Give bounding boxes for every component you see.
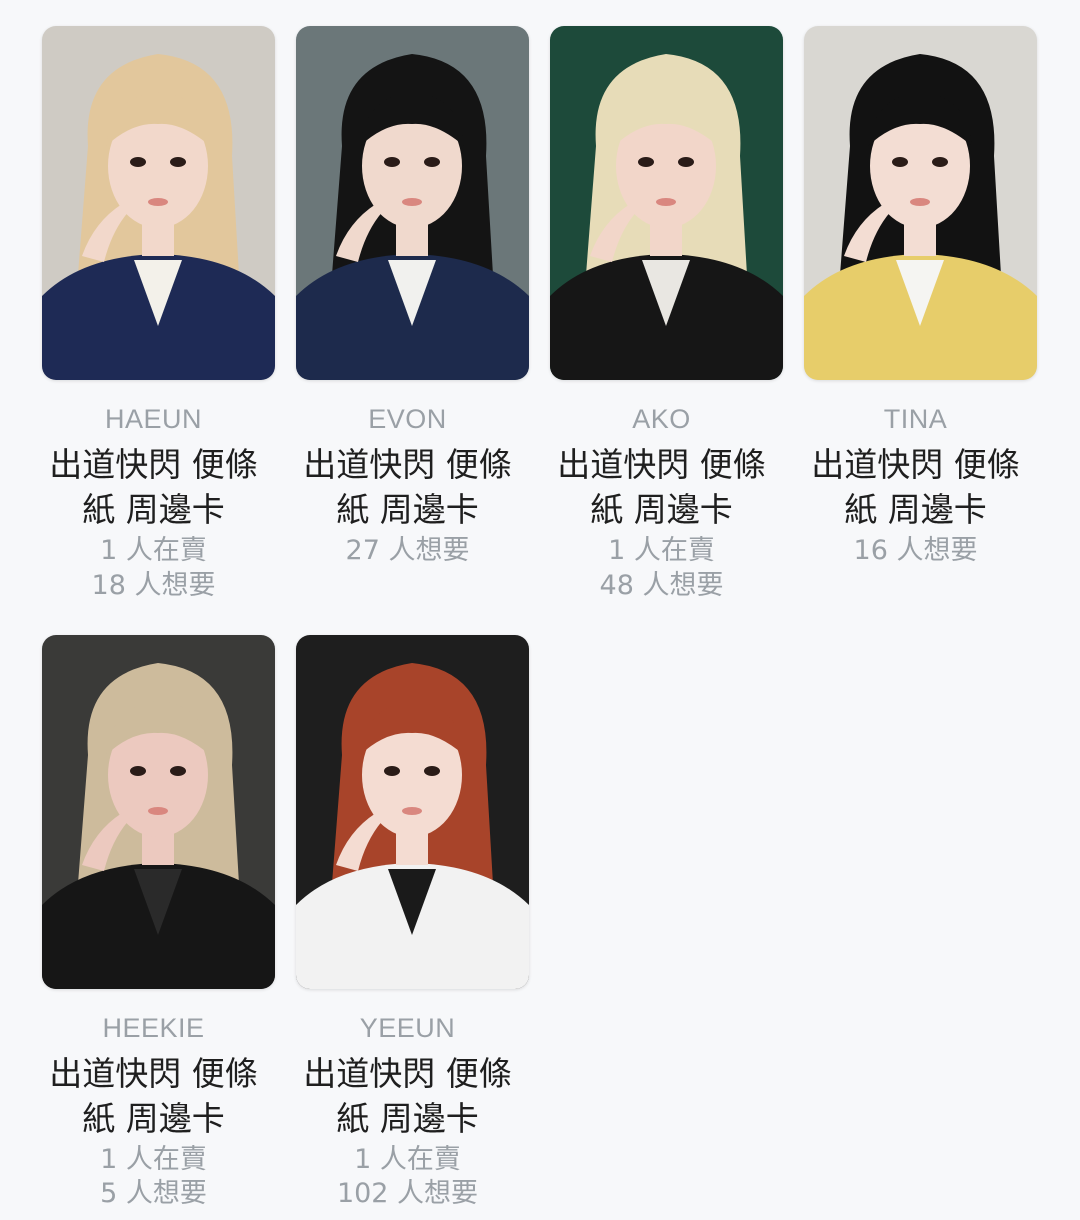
eye-left xyxy=(638,157,654,167)
selling-count: 1 人在賣 xyxy=(608,535,715,566)
member-name: HEEKIE xyxy=(102,1013,205,1043)
card-title-line: 出道快閃 便條 xyxy=(49,1054,258,1093)
card-title-line: 出道快閃 便條 xyxy=(303,445,512,484)
eye-right xyxy=(424,157,440,167)
portrait-illustration xyxy=(296,26,529,380)
eye-left xyxy=(892,157,908,167)
card-title: 出道快閃 便條 紙 周邊卡 xyxy=(270,442,545,532)
photocard-image[interactable] xyxy=(296,635,529,989)
card-title-line: 出道快閃 便條 xyxy=(49,445,258,484)
portrait-illustration xyxy=(42,26,275,380)
eye-left xyxy=(130,157,146,167)
eye-right xyxy=(170,766,186,776)
member-name: EVON xyxy=(368,404,447,434)
member-name: HAEUN xyxy=(104,404,202,434)
card-title-line: 紙 周邊卡 xyxy=(82,1099,225,1138)
eye-right xyxy=(170,157,186,167)
eye-left xyxy=(130,766,146,776)
card-title-line: 紙 周邊卡 xyxy=(82,490,225,529)
card-title-line: 出道快閃 便條 xyxy=(303,1054,512,1093)
lips-shape xyxy=(148,198,168,206)
eye-left xyxy=(384,766,400,776)
card-title-line: 出道快閃 便條 xyxy=(811,445,1020,484)
portrait-illustration xyxy=(804,26,1037,380)
card-title: 出道快閃 便條 紙 周邊卡 xyxy=(16,1051,291,1141)
wanted-count: 102 人想要 xyxy=(336,1178,479,1209)
eye-right xyxy=(424,766,440,776)
portrait-illustration xyxy=(296,635,529,989)
photocard-image[interactable] xyxy=(42,635,275,989)
eye-left xyxy=(384,157,400,167)
lips-shape xyxy=(402,807,422,815)
lips-shape xyxy=(656,198,676,206)
lips-shape xyxy=(910,198,930,206)
card-title: 出道快閃 便條 紙 周邊卡 xyxy=(16,442,291,532)
card-title-line: 紙 周邊卡 xyxy=(336,490,479,529)
card-title-line: 紙 周邊卡 xyxy=(590,490,733,529)
portrait-illustration xyxy=(42,635,275,989)
photocard-image[interactable] xyxy=(42,26,275,380)
photocard-image[interactable] xyxy=(296,26,529,380)
card-title: 出道快閃 便條 紙 周邊卡 xyxy=(270,1051,545,1141)
lips-shape xyxy=(402,198,422,206)
eye-right xyxy=(678,157,694,167)
wanted-count: 27 人想要 xyxy=(345,535,470,566)
member-name: AKO xyxy=(632,404,691,434)
card-title-line: 紙 周邊卡 xyxy=(844,490,987,529)
photocard-grid: HAEUN 出道快閃 便條 紙 周邊卡 1 人在賣 18 人想要 EVON 出道… xyxy=(0,0,1080,1220)
wanted-count: 18 人想要 xyxy=(91,570,216,601)
photocard-image[interactable] xyxy=(804,26,1037,380)
lips-shape xyxy=(148,807,168,815)
wanted-count: 16 人想要 xyxy=(853,535,978,566)
wanted-count: 5 人想要 xyxy=(100,1178,207,1209)
selling-count: 1 人在賣 xyxy=(100,535,207,566)
selling-count: 1 人在賣 xyxy=(100,1144,207,1175)
card-title: 出道快閃 便條 紙 周邊卡 xyxy=(778,442,1053,532)
card-title-line: 出道快閃 便條 xyxy=(557,445,766,484)
card-title: 出道快閃 便條 紙 周邊卡 xyxy=(524,442,799,532)
card-title-line: 紙 周邊卡 xyxy=(336,1099,479,1138)
wanted-count: 48 人想要 xyxy=(599,570,724,601)
eye-right xyxy=(932,157,948,167)
portrait-illustration xyxy=(550,26,783,380)
member-name: TINA xyxy=(883,404,948,434)
photocard-image[interactable] xyxy=(550,26,783,380)
member-name: YEEUN xyxy=(359,1013,456,1043)
selling-count: 1 人在賣 xyxy=(354,1144,461,1175)
